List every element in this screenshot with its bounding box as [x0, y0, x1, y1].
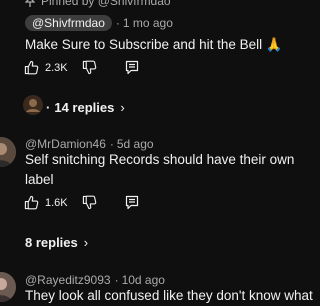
comment-time: 1 mo ago [122, 16, 173, 30]
comment: @Rayeditz9093 · 10d ago They look all co… [0, 268, 313, 303]
like-count: 1.6K [45, 196, 68, 209]
pinned-row: Pinned by @Shivfrmdao [25, 0, 171, 8]
comment-text: They look all confused like they don't k… [25, 288, 313, 303]
comment-text: Self snitching Records should have their… [25, 150, 295, 190]
author-name[interactable]: @Rayeditz9093 [25, 273, 111, 287]
comment-actions: 1.6K [24, 195, 139, 210]
author-row: @MrDamion46 · 5d ago [25, 137, 154, 151]
reply-icon [125, 60, 138, 75]
reply-icon [125, 195, 138, 210]
author-name[interactable]: @MrDamion46 [25, 137, 106, 151]
comment: @MrDamion46 · 5d ago Self snitching Reco… [0, 132, 300, 262]
creator-heart-icon [23, 95, 43, 115]
like-count: 2.3K [45, 61, 68, 74]
view-replies-button[interactable]: 8 replies › [25, 235, 88, 250]
author-name-chip[interactable]: @Shivfrmdao [25, 15, 112, 31]
thumbs-up-icon [24, 60, 39, 75]
comment-pinned: Pinned by @Shivfrmdao @Shivfrmdao · 1 mo… [0, 0, 300, 130]
pinned-label: Pinned by @Shivfrmdao [41, 0, 171, 8]
separator-dot: · [46, 100, 51, 115]
dislike-button[interactable] [82, 60, 97, 75]
like-button[interactable]: 2.3K [24, 60, 68, 75]
thumbs-up-icon [24, 195, 39, 210]
thumbs-down-icon [82, 195, 96, 210]
comment-actions: 2.3K [24, 60, 139, 75]
thumbs-down-icon [82, 60, 96, 75]
reply-button[interactable] [125, 195, 139, 210]
chevron-right-icon: › [120, 100, 125, 115]
author-row: @Rayeditz9093 · 10d ago [25, 273, 165, 287]
comment-time: 5d ago [116, 137, 154, 151]
separator-dot: · [114, 273, 119, 287]
separator-dot: · [109, 137, 114, 151]
view-replies-button[interactable]: · 14 replies › [46, 100, 125, 115]
replies-label: 8 replies [25, 235, 78, 250]
comment-text-line: Self snitching Records should have their… [25, 152, 295, 167]
like-button[interactable]: 1.6K [24, 195, 68, 210]
reply-button[interactable] [125, 60, 139, 75]
separator-dot: · [115, 16, 120, 30]
chevron-right-icon: › [83, 235, 89, 250]
pin-icon [25, 0, 35, 7]
author-row: @Shivfrmdao · 1 mo ago [25, 15, 173, 31]
comment-time: 10d ago [121, 273, 165, 287]
comment-text: Make Sure to Subscribe and hit the Bell … [25, 37, 283, 52]
dislike-button[interactable] [82, 195, 97, 210]
comment-text-line: label [25, 172, 54, 187]
replies-label: 14 replies [54, 100, 115, 115]
